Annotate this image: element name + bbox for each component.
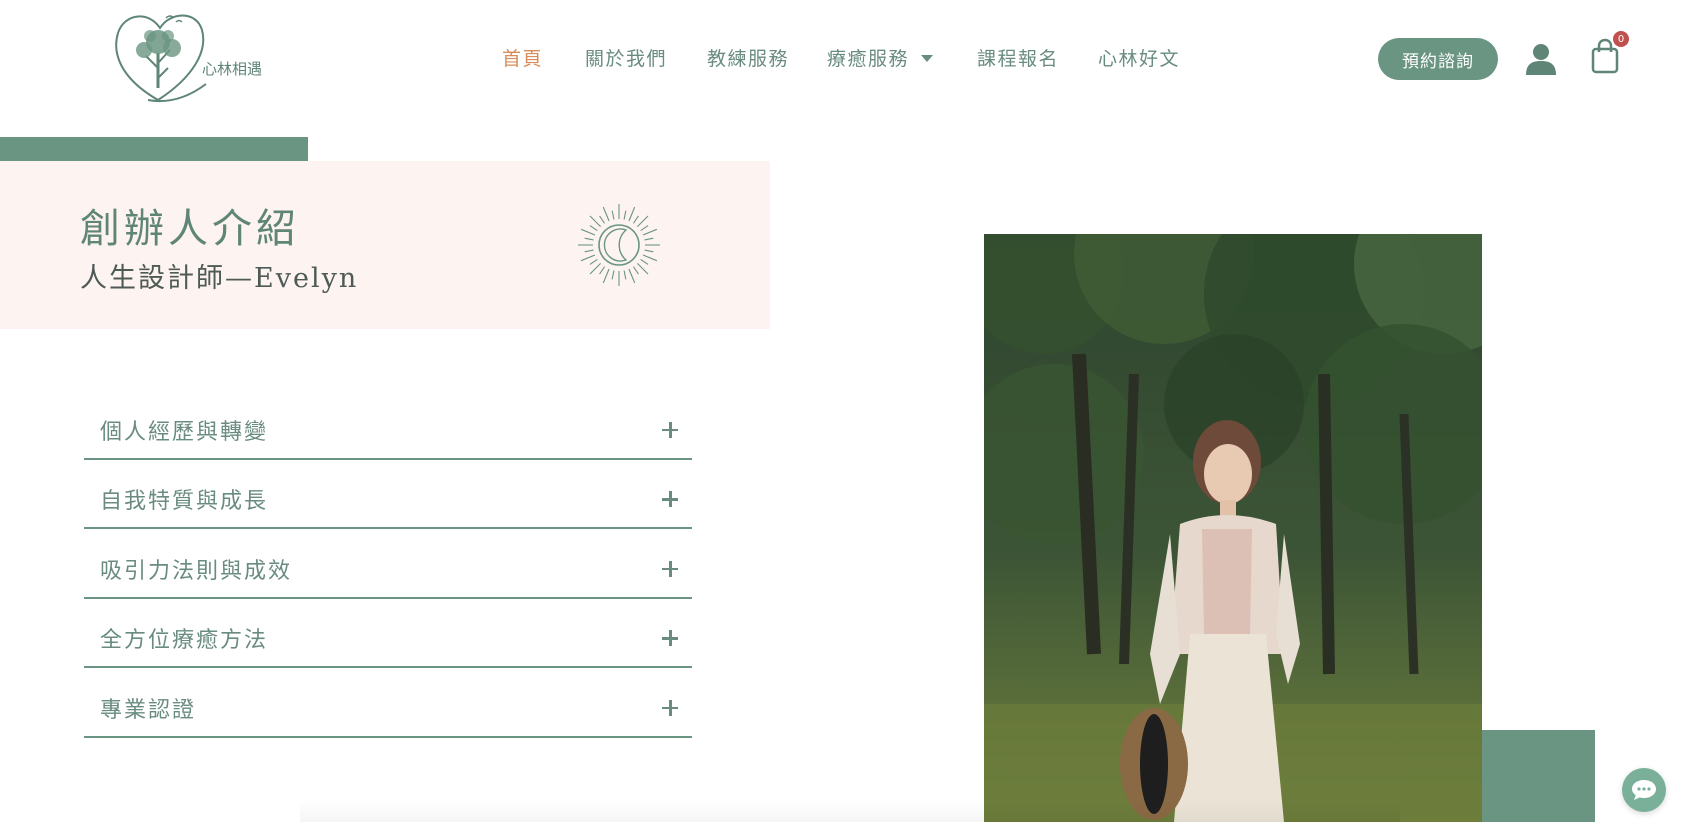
- nav-item-coaching[interactable]: 教練服務: [707, 44, 789, 71]
- accordion-item-law-of-attraction[interactable]: 吸引力法則與成效: [84, 529, 692, 599]
- plus-icon[interactable]: [662, 491, 678, 507]
- sun-ray: [632, 215, 639, 224]
- accordion-item-label: 自我特質與成長: [100, 489, 269, 514]
- sun-ray: [589, 225, 598, 232]
- chat-bubble-icon[interactable]: [1622, 768, 1666, 812]
- accordion-item-certifications[interactable]: 專業認證: [84, 668, 692, 738]
- sun-ray: [628, 206, 636, 222]
- accordion-item-experience[interactable]: 個人經歷與轉變: [84, 390, 692, 460]
- sun-ray: [642, 254, 658, 262]
- accordion-item-healing-methods[interactable]: 全方位療癒方法: [84, 599, 692, 668]
- book-consultation-button[interactable]: 預約諮詢: [1378, 38, 1498, 80]
- sun-ray: [580, 228, 596, 236]
- sun-ray: [623, 210, 627, 220]
- page-subtitle: 人生設計師—Evelyn: [80, 263, 359, 294]
- chevron-down-icon[interactable]: [921, 54, 934, 62]
- sun-ray: [640, 258, 649, 265]
- sun-ray: [589, 215, 602, 228]
- sun-ray: [589, 258, 598, 265]
- sun-ray: [644, 237, 654, 241]
- sun-ray: [584, 237, 594, 241]
- sun-ray: [611, 270, 615, 280]
- sun-ray: [580, 254, 596, 262]
- sun-ray: [636, 215, 649, 228]
- sun-ray: [611, 210, 615, 220]
- cart-count-badge: 0: [1613, 31, 1629, 47]
- sun-ray: [628, 268, 636, 284]
- sun-ray: [599, 266, 606, 275]
- accordion-item-label: 專業認證: [100, 697, 197, 723]
- nav-item-about[interactable]: 關於我們: [585, 44, 667, 71]
- plus-icon[interactable]: [662, 560, 678, 577]
- accordion-item-label: 全方位療癒方法: [100, 628, 269, 653]
- nav-item-articles[interactable]: 心林好文: [1098, 44, 1180, 71]
- sun-ray: [623, 270, 627, 280]
- sun-ray: [584, 249, 594, 253]
- decorative-green-square: [1470, 730, 1595, 822]
- sun-ray: [602, 268, 610, 284]
- sun-ray: [644, 249, 654, 253]
- accordion-item-traits[interactable]: 自我特質與成長: [84, 460, 692, 529]
- sun-moon-icon: [576, 202, 662, 288]
- nav-item-courses[interactable]: 課程報名: [977, 44, 1059, 71]
- founder-photo: [984, 234, 1482, 822]
- plus-icon[interactable]: [662, 630, 678, 646]
- nav-item-home[interactable]: 首頁: [502, 44, 543, 71]
- sun-ray: [636, 262, 649, 275]
- accordion-item-label: 吸引力法則與成效: [100, 558, 293, 584]
- sun-ray: [632, 266, 639, 275]
- section-shadow: [300, 800, 1400, 822]
- page-title: 創辦人介紹: [80, 206, 300, 252]
- sun-ray: [640, 225, 649, 232]
- user-icon[interactable]: [1524, 42, 1558, 76]
- decorative-green-bar: [0, 137, 308, 161]
- nav-item-healing-label: 療癒服務: [827, 48, 910, 70]
- sun-ray: [589, 262, 602, 275]
- sun-ray: [599, 215, 606, 224]
- sun-ray: [602, 206, 610, 222]
- nav-item-healing[interactable]: 療癒服務: [827, 44, 934, 71]
- plus-icon[interactable]: [662, 699, 678, 716]
- sun-ray: [642, 228, 658, 236]
- bio-accordion: 個人經歷與轉變 自我特質與成長 吸引力法則與成效 全方位療癒方法 專業認證: [84, 390, 692, 738]
- accordion-item-label: 個人經歷與轉變: [100, 419, 269, 445]
- plus-icon[interactable]: [662, 421, 678, 438]
